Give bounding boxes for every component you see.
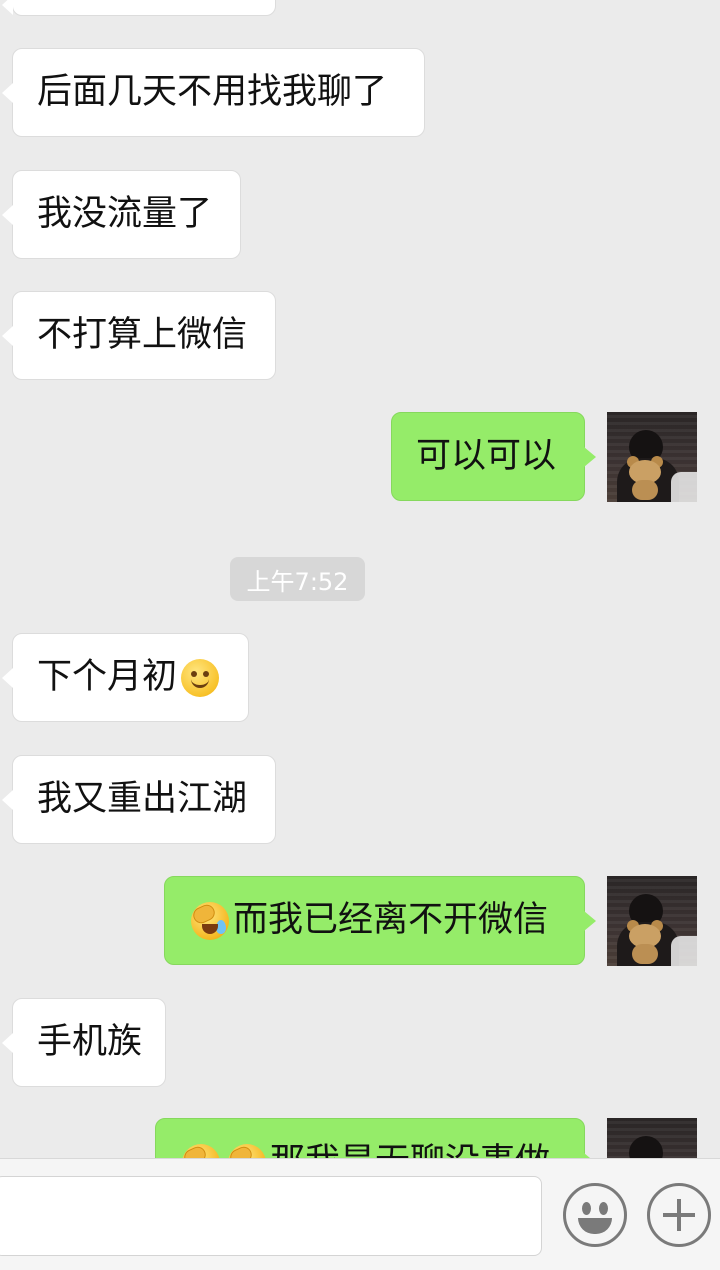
message-text: 不打算上微信 bbox=[37, 315, 248, 355]
input-bar bbox=[0, 1158, 720, 1270]
message-bubble-incoming[interactable]: 我又重出江湖 bbox=[2, 755, 276, 844]
message-text: 手机族 bbox=[37, 1022, 143, 1062]
message-input[interactable] bbox=[0, 1176, 542, 1256]
user-avatar[interactable] bbox=[607, 412, 697, 502]
message-bubble-outgoing[interactable]: 可以可以 bbox=[391, 412, 596, 501]
message-bubble-outgoing[interactable]: 而我已经离不开微信 bbox=[164, 876, 596, 965]
smiley-icon bbox=[582, 1202, 591, 1215]
emoji-button[interactable] bbox=[563, 1183, 627, 1247]
crying-laughing-face-icon bbox=[190, 901, 229, 940]
message-text: 下个月初 bbox=[37, 657, 178, 697]
message-text: 而我已经离不开微信 bbox=[233, 900, 549, 940]
message-text: 我又重出江湖 bbox=[37, 779, 248, 819]
message-bubble-incoming[interactable]: 下个月初 bbox=[2, 633, 249, 722]
message-bubble-incoming[interactable]: 我没流量了 bbox=[2, 170, 241, 259]
crying-laughing-face-icon bbox=[227, 1143, 266, 1158]
message-bubble-incoming[interactable]: 后面几天不用找我聊了 bbox=[2, 48, 425, 137]
message-bubble-incoming[interactable]: 不打算上微信 bbox=[2, 291, 276, 380]
crying-laughing-face-icon bbox=[181, 1143, 220, 1158]
smiling-face-icon bbox=[181, 658, 220, 697]
message-text: 后面几天不用找我聊了 bbox=[37, 72, 388, 112]
user-avatar[interactable] bbox=[607, 1118, 697, 1158]
timestamp: 上午7:52 bbox=[230, 557, 365, 601]
teddy-bear-icon bbox=[625, 920, 665, 964]
message-bubble-outgoing[interactable]: 那我是无聊没事做 bbox=[155, 1118, 596, 1159]
more-options-button[interactable] bbox=[647, 1183, 711, 1247]
message-text: 我没流量了 bbox=[37, 194, 213, 234]
user-avatar[interactable] bbox=[607, 876, 697, 966]
message-text: 可以可以 bbox=[416, 436, 557, 476]
chat-area[interactable]: 后面几天不用找我聊了 我没流量了 不打算上微信 可以可以 上午7:52 下个月初… bbox=[0, 0, 720, 1158]
message-text: 那我是无聊没事做 bbox=[270, 1145, 550, 1159]
teddy-bear-icon bbox=[625, 456, 665, 500]
message-bubble-incoming[interactable] bbox=[2, 0, 276, 16]
message-bubble-incoming[interactable]: 手机族 bbox=[2, 998, 166, 1087]
